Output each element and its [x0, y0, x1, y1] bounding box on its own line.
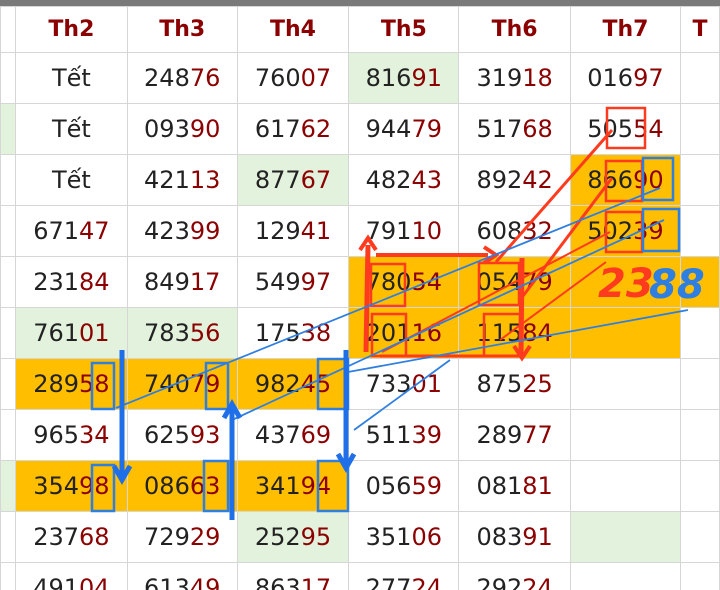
red-pen-stroke — [363, 244, 371, 353]
blue-box-354 — [90, 463, 116, 513]
blue-box-086 — [202, 459, 230, 513]
annotation-red-part: 23 — [598, 261, 654, 307]
blue-markings — [90, 156, 689, 513]
blue-pen-stroke — [347, 309, 689, 373]
annotation-blue-part: 88 — [649, 262, 705, 308]
red-pen-stroke — [494, 129, 614, 263]
blue-pen-stroke — [115, 187, 661, 409]
drawing-overlay: 23 88 — [90, 106, 705, 520]
blue-box-502 — [641, 207, 681, 253]
red-box-201 — [370, 312, 408, 358]
blue-pen-stroke — [231, 219, 665, 421]
red-box-780 — [369, 262, 407, 308]
handwritten-annotation: 23 88 — [598, 261, 705, 308]
red-markings — [358, 106, 647, 362]
blue-pen-stroke — [353, 359, 451, 431]
blue-box-289 — [90, 361, 116, 411]
red-box-505 — [605, 106, 647, 150]
lottery-table-screenshot: Th2 Th3 Th4 Th5 Th6 Th7 T Tết 24876 76007 8… — [0, 0, 720, 590]
